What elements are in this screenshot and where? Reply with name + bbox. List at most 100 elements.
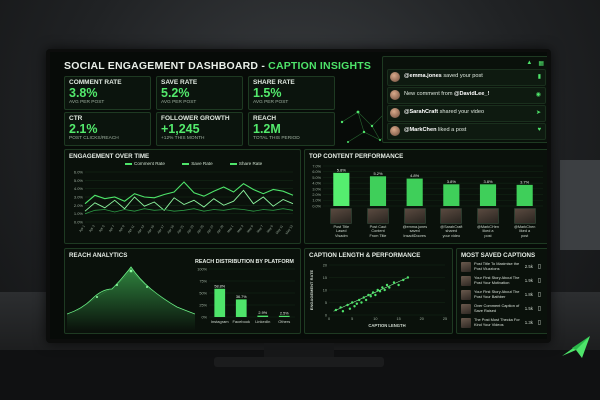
scatter-point xyxy=(341,310,345,313)
post-thumbnail xyxy=(440,208,463,224)
x-tick-label: 5 xyxy=(351,317,353,321)
x-tick-label: May 9 xyxy=(266,224,274,234)
x-tick-label: May 11 xyxy=(275,224,284,235)
top-post-item[interactable]: Post Caut Content From Title xyxy=(366,208,390,238)
panel-title: ENGAGEMENT OVER TIME xyxy=(69,153,150,160)
y-tick-label: 0.0% xyxy=(74,220,84,225)
caption-text: Over Comment Caption of Save Raised xyxy=(474,303,520,313)
x-category-label: Facebook xyxy=(232,319,250,324)
dashboard-screen: SOCIAL ENGAGEMENT DASHBOARD - CAPTION IN… xyxy=(50,52,547,339)
post-caption: @MarkChen liked a post xyxy=(513,225,536,238)
saved-caption-item[interactable]: Your First Story About The Post Your Bat… xyxy=(461,289,541,301)
avatar xyxy=(390,126,400,136)
kpi-label: CTR xyxy=(69,115,83,122)
x-tick-label: Apr 29 xyxy=(216,224,225,234)
notification-text: @MarkChen liked a post xyxy=(404,127,467,133)
kpi-value: +1,245 xyxy=(161,122,200,136)
notification-item[interactable]: @emma.jones saved your post ▮ xyxy=(387,69,546,86)
scatter-point xyxy=(388,286,391,289)
notification-item[interactable]: @MarkChen liked a post ♥ xyxy=(387,123,546,140)
save-count: 1.5k xyxy=(524,306,533,311)
save-count: 1.3k xyxy=(524,320,533,325)
kpi-sub: TOTAL THIS PERIOD xyxy=(253,136,300,141)
scatter-point xyxy=(374,293,377,297)
post-caption: @MarkCHen liked a post xyxy=(477,225,499,238)
notification-item[interactable]: @SarahCraft shared your video ➤ xyxy=(387,105,546,122)
bar xyxy=(235,299,247,317)
x-tick-label: Apr 1 xyxy=(78,224,86,233)
series-line-comment-rate xyxy=(84,181,294,205)
y-tick-label: 0 xyxy=(325,313,327,317)
kpi-card-ctr[interactable]: CTR 2.1% POST CLICKS/REACH xyxy=(64,112,151,146)
kpi-card-comment-rate[interactable]: COMMENT RATE 3.8% AVG PER POST xyxy=(64,76,151,110)
monitor-stand-base xyxy=(214,357,384,367)
x-tick-label: Apr 3 xyxy=(88,224,96,233)
top-post-item[interactable]: @SarahCraft shared your video xyxy=(439,208,463,238)
bar xyxy=(369,176,387,206)
y-tick-label: 1.0% xyxy=(312,199,321,203)
series-line-share-rate xyxy=(84,208,294,215)
y-tick-label: 3.0% xyxy=(312,187,321,191)
kpi-value: 3.8% xyxy=(69,86,98,100)
scatter-point xyxy=(406,276,410,279)
scatter-point xyxy=(348,307,352,310)
bar-value-label: 4.8% xyxy=(410,173,420,178)
kpi-card-reach[interactable]: REACH 1.2M TOTAL THIS PERIOD xyxy=(248,112,335,146)
top-post-item[interactable]: @MarkCHen liked a post xyxy=(476,208,500,238)
reach-platform-bar-chart: 100% 75% 50% 25% 0% 58.8% Instagram 36.7% Facebo… xyxy=(197,267,295,324)
x-tick-label: 0 xyxy=(328,317,330,321)
kpi-label: SAVE RATE xyxy=(161,79,198,86)
saved-caption-item[interactable]: Post Title To Maximise the Post Vluzzion… xyxy=(461,261,541,273)
x-tick-label: May 5 xyxy=(246,224,254,234)
kpi-card-follower-growth[interactable]: FOLLOWER GROWTH +1,245 +12% THIS MONTH xyxy=(156,112,243,146)
post-caption: Post Title Lased Visadm xyxy=(333,225,350,238)
kpi-sub: +12% THIS MONTH xyxy=(161,136,205,141)
heart-icon: ♥ xyxy=(537,127,541,133)
scatter-point xyxy=(402,278,405,282)
x-tick-label: Apr 11 xyxy=(127,224,136,234)
scatter-point xyxy=(369,295,372,298)
top-content-panel: TOP CONTENT PERFORMANCE 7.0% 6.0% 5.0% 4.0%… xyxy=(304,149,547,244)
y-tick-label: 0.0% xyxy=(312,204,321,208)
avatar xyxy=(390,90,400,100)
x-category-label: LinkedIn xyxy=(255,319,270,324)
top-post-item[interactable]: @emma.jones saved InsadtDoores xyxy=(403,208,427,238)
bookmark-icon[interactable]: ▯ xyxy=(538,291,541,298)
bookmark-icon[interactable]: ▯ xyxy=(538,277,541,284)
top-post-item[interactable]: @MarkChen liked a post xyxy=(513,208,537,238)
top-post-item[interactable]: Post Title Lased Visadm xyxy=(329,208,353,238)
y-tick-label: 2.0% xyxy=(74,203,84,208)
panel-title: MOST SAVED CAPTIONS xyxy=(461,252,536,259)
saved-caption-item[interactable]: Over Comment Caption of Save Raised 1.5k ▯ xyxy=(461,303,541,315)
share-icon: ➤ xyxy=(535,110,541,116)
bookmark-icon[interactable]: ▯ xyxy=(538,319,541,326)
x-tick-label: May 1 xyxy=(226,224,234,234)
notification-text: New comment from @DavidLee_! xyxy=(404,91,490,97)
title-accent: CAPTION INSIGHTS xyxy=(268,60,372,72)
caption-scatter-chart: 20 15 10 5 00 5 10 15 20 25 CAPTION LENGTH ENGAGEME… xyxy=(309,263,447,328)
kpi-card-share-rate[interactable]: SHARE RATE 1.5% AVG PER POST xyxy=(248,76,335,110)
post-thumbnail xyxy=(330,208,353,224)
bar-value-label: 2.5% xyxy=(280,311,289,315)
grid-icon[interactable]: ▦ xyxy=(538,60,544,67)
saved-caption-item[interactable]: Your First Story About The Post Your Mot… xyxy=(461,275,541,287)
bar-value-label: 3.8% xyxy=(483,179,493,184)
bookmark-icon: ▮ xyxy=(537,74,541,80)
kpi-sub: AVG PER POST xyxy=(253,100,289,105)
avatar xyxy=(390,72,400,82)
bar-value-label: 3.7% xyxy=(520,179,530,184)
scatter-point xyxy=(385,283,389,287)
saved-caption-item[interactable]: The Post Most Thecka For Kind Your Video… xyxy=(461,317,541,329)
post-thumbnail xyxy=(477,208,499,224)
kpi-sub: AVG PER POST xyxy=(69,100,105,105)
bell-icon[interactable]: ▲ xyxy=(526,60,532,67)
bar xyxy=(214,288,226,317)
bookmark-icon[interactable]: ▯ xyxy=(538,263,541,270)
bookmark-icon[interactable]: ▯ xyxy=(538,305,541,312)
notification-item[interactable]: New comment from @DavidLee_! ◉ xyxy=(387,87,546,104)
y-tick-label: 2.0% xyxy=(312,193,321,197)
x-tick-label: 15 xyxy=(396,317,400,321)
kpi-value: 5.2% xyxy=(161,86,190,100)
kpi-card-save-rate[interactable]: SAVE RATE 5.2% AVG PER POST xyxy=(156,76,243,110)
bar-value-label: 5.8% xyxy=(337,167,347,172)
